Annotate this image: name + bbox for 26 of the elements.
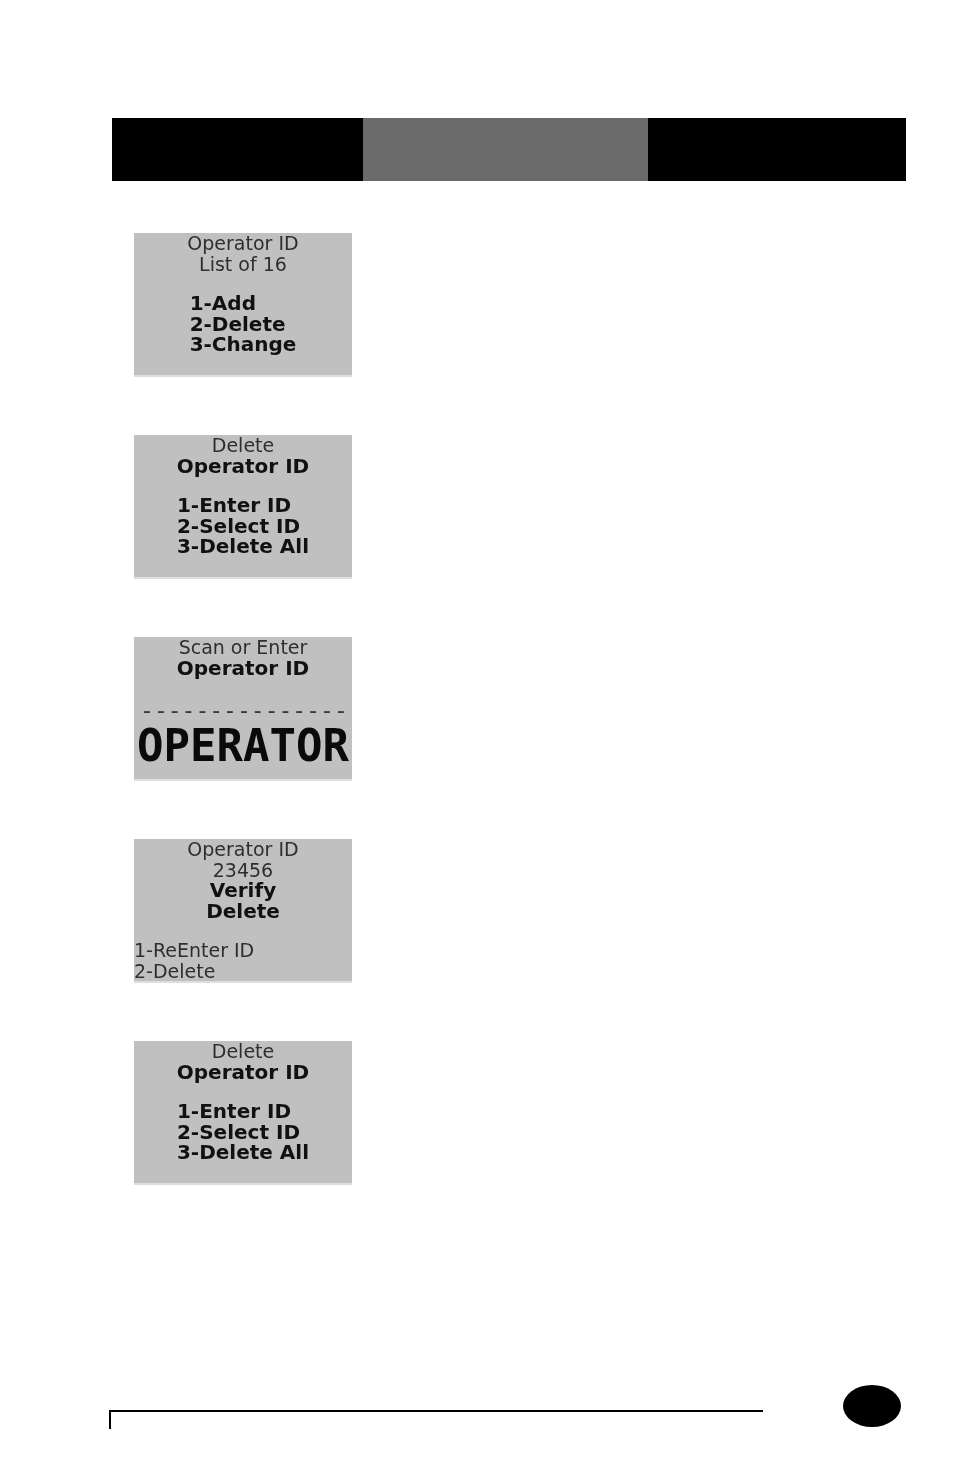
screen-heading: Operator ID (176, 455, 310, 476)
oval-icon (843, 1385, 901, 1427)
menu-option: 2-Select ID (176, 1121, 300, 1142)
menu-option: 3-Change (189, 334, 297, 355)
screen-heading: Operator ID (187, 233, 299, 254)
menu-option: 2-Delete (134, 960, 216, 981)
screen-heading: Operator ID (176, 657, 310, 678)
screen-heading: Delete (206, 900, 280, 921)
screen-heading: Delete (211, 1041, 275, 1062)
screen-heading: Verify (209, 880, 277, 901)
input-dashes: --------------- (140, 699, 348, 721)
screen-heading: Operator ID (176, 1061, 310, 1082)
menu-option: 2-Delete (189, 313, 286, 334)
menu-option: 1-Enter ID (176, 495, 292, 516)
screen-heading: 23456 (212, 859, 274, 880)
menu-option: 3-Delete All (176, 536, 310, 557)
menu-option: 1-ReEnter ID (134, 940, 255, 961)
screen-heading: Operator ID (187, 839, 299, 860)
entered-value-text: OPERATOR (137, 723, 349, 769)
menu-option: 3-Delete All (176, 1142, 310, 1163)
screen-heading: List of 16 (199, 253, 287, 274)
screen-heading: Scan or Enter (178, 637, 308, 658)
screen-heading: Delete (211, 435, 275, 456)
menu-option: 2-Select ID (176, 515, 300, 536)
menu-option: 1-Add (189, 293, 256, 314)
menu-option: 1-Enter ID (176, 1101, 292, 1122)
